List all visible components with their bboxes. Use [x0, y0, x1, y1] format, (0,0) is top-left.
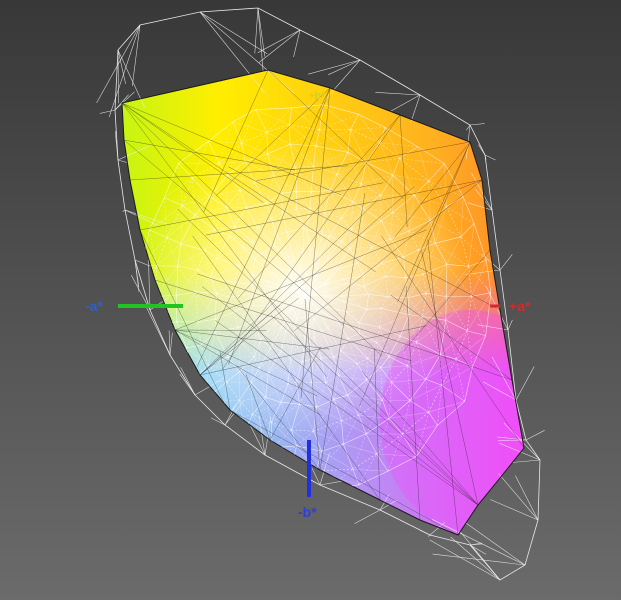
neg-b-axis-label: -b* — [298, 504, 317, 520]
pos-a-axis-label: +a* — [509, 298, 531, 314]
gamut-visualization: -a* +a* -b* +b* — [0, 0, 621, 600]
neg-a-axis-label: -a* — [85, 298, 103, 314]
gamut-3d-view: -a* +a* -b* +b* — [0, 0, 621, 600]
pos-b-axis-label: +b* — [309, 91, 325, 102]
